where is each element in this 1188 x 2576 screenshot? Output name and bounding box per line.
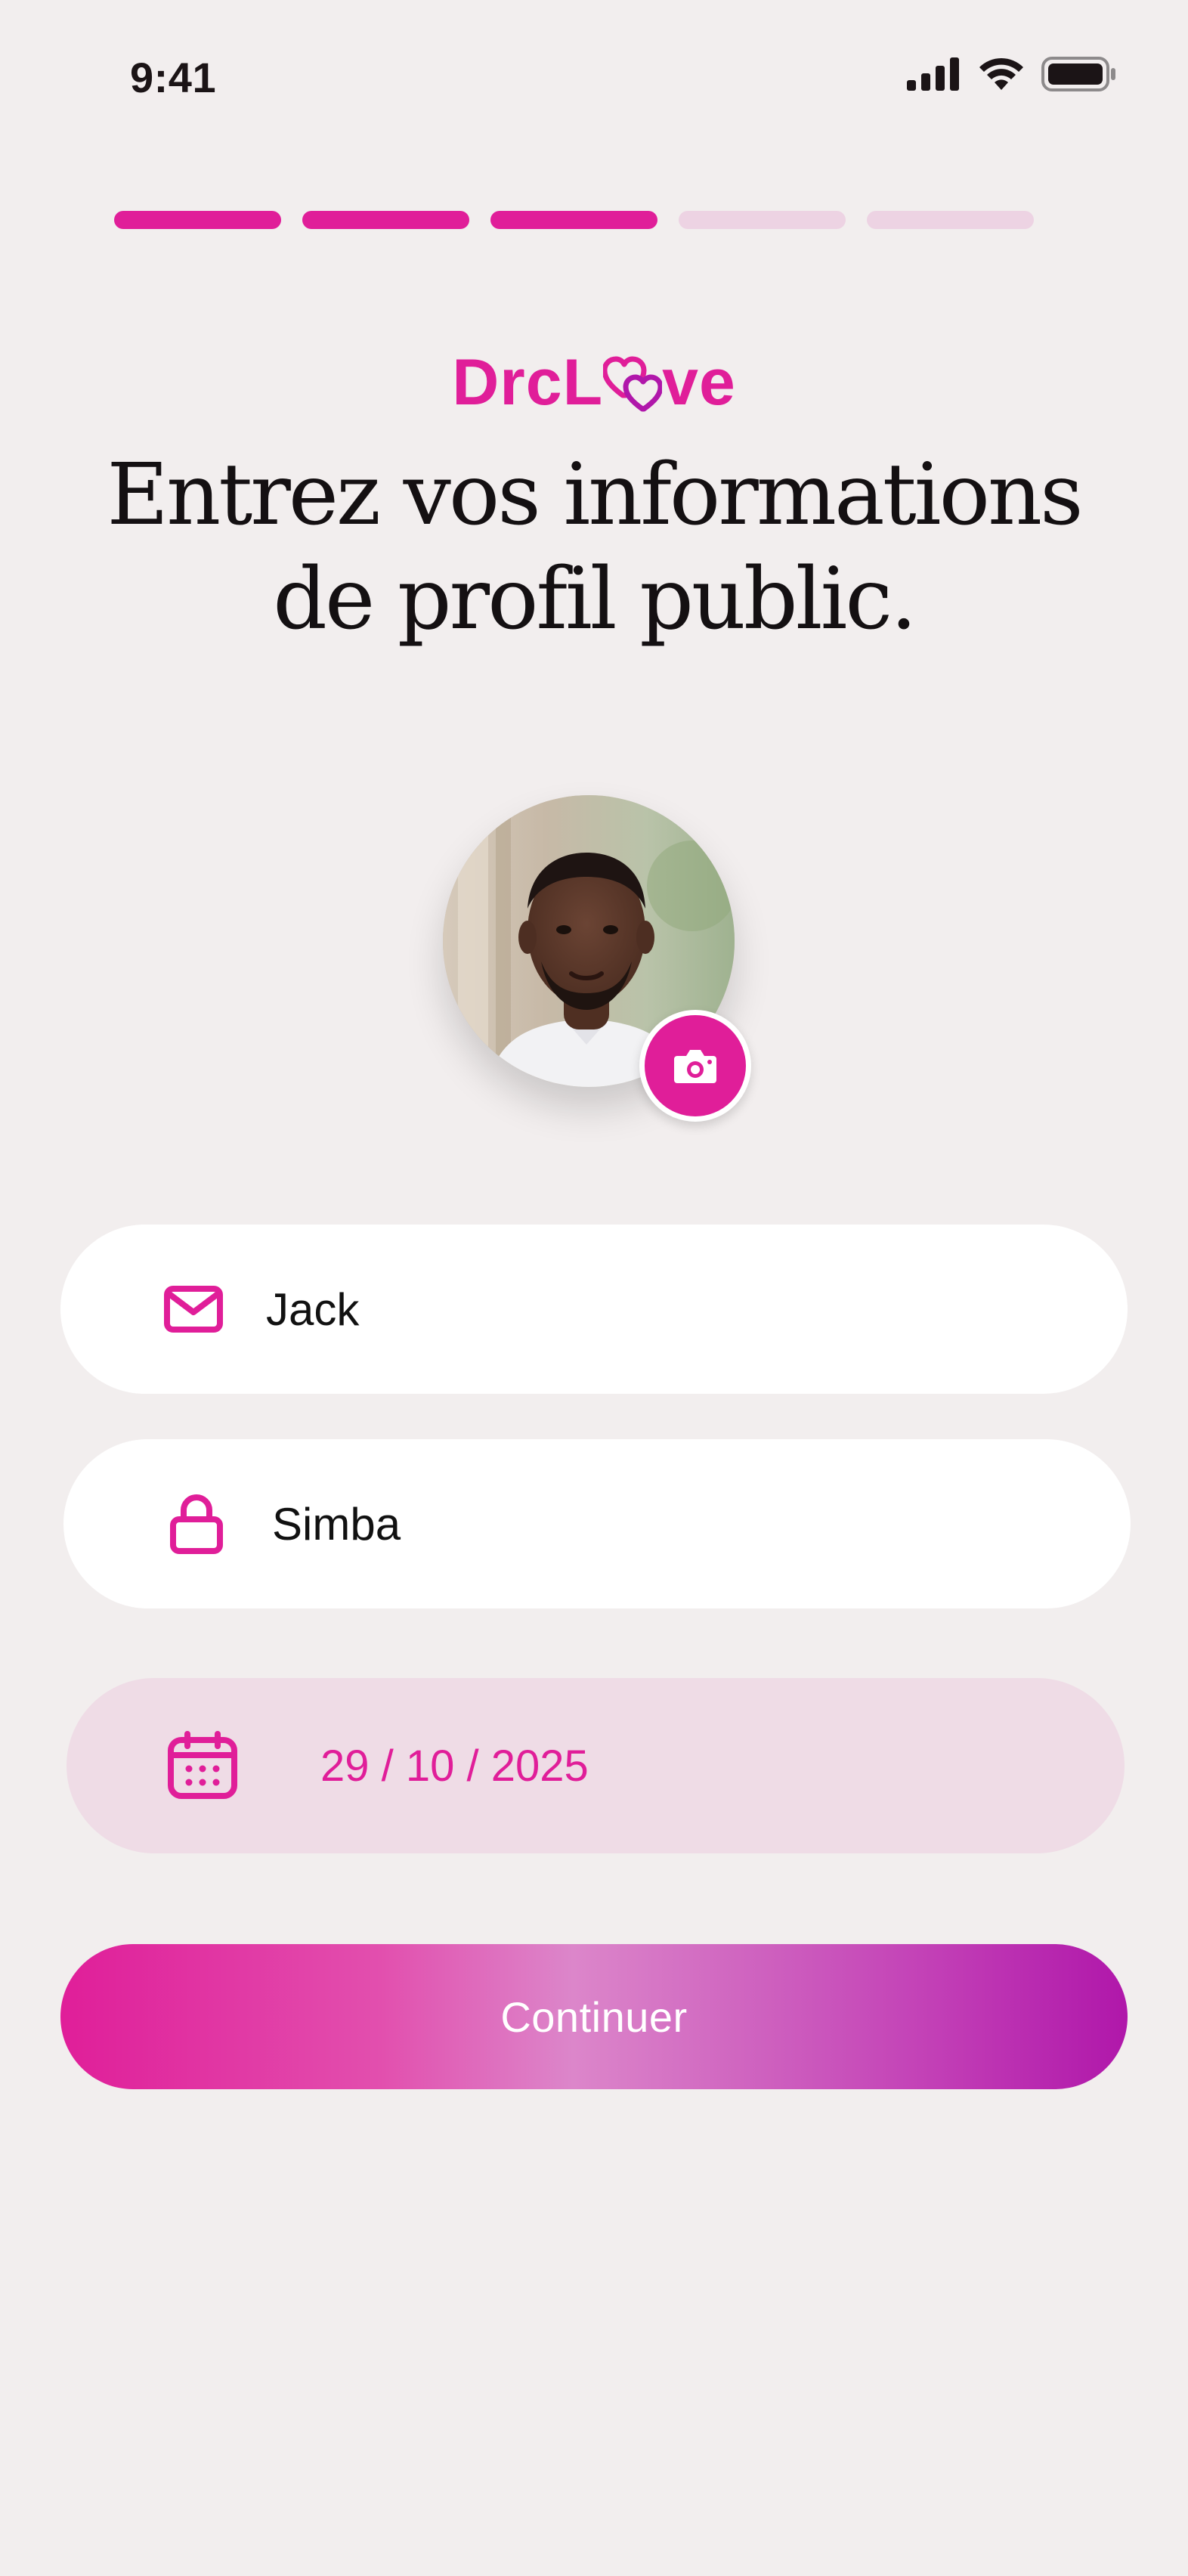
page-title: Entrez vos informations de profil public… [0,443,1188,652]
page-title-line-1: Entrez vos informations [107,446,1083,544]
cellular-signal-icon [907,57,959,91]
last-name-field[interactable]: Simba [63,1439,1131,1608]
first-name-field[interactable]: Jack [60,1225,1128,1394]
progress-step-2 [302,211,469,229]
progress-step-1 [114,211,281,229]
double-heart-icon [602,351,664,412]
continue-button[interactable]: Continuer [60,1944,1128,2089]
calendar-icon [166,1729,239,1802]
last-name-value: Simba [272,1498,401,1550]
brand-logo: DrcL ve [0,345,1188,420]
onboarding-progress [114,211,1034,229]
change-photo-button[interactable] [639,1010,751,1122]
status-icons [907,53,1117,95]
wifi-icon [979,57,1023,90]
progress-step-4 [679,211,846,229]
birth-date-value: 29 / 10 / 2025 [320,1741,589,1791]
status-time: 9:41 [130,54,217,101]
mail-icon [163,1279,224,1339]
progress-step-3 [490,211,657,229]
logo-text-prefix: DrcL [452,346,604,419]
progress-step-5 [867,211,1034,229]
battery-icon [1041,57,1115,91]
birth-date-field[interactable]: 29 / 10 / 2025 [67,1678,1125,1853]
page-title-line-2: de profil public. [273,550,917,649]
logo-text-suffix: ve [662,346,736,419]
camera-icon [674,1050,716,1083]
first-name-value: Jack [266,1283,360,1335]
lock-icon [166,1494,227,1554]
